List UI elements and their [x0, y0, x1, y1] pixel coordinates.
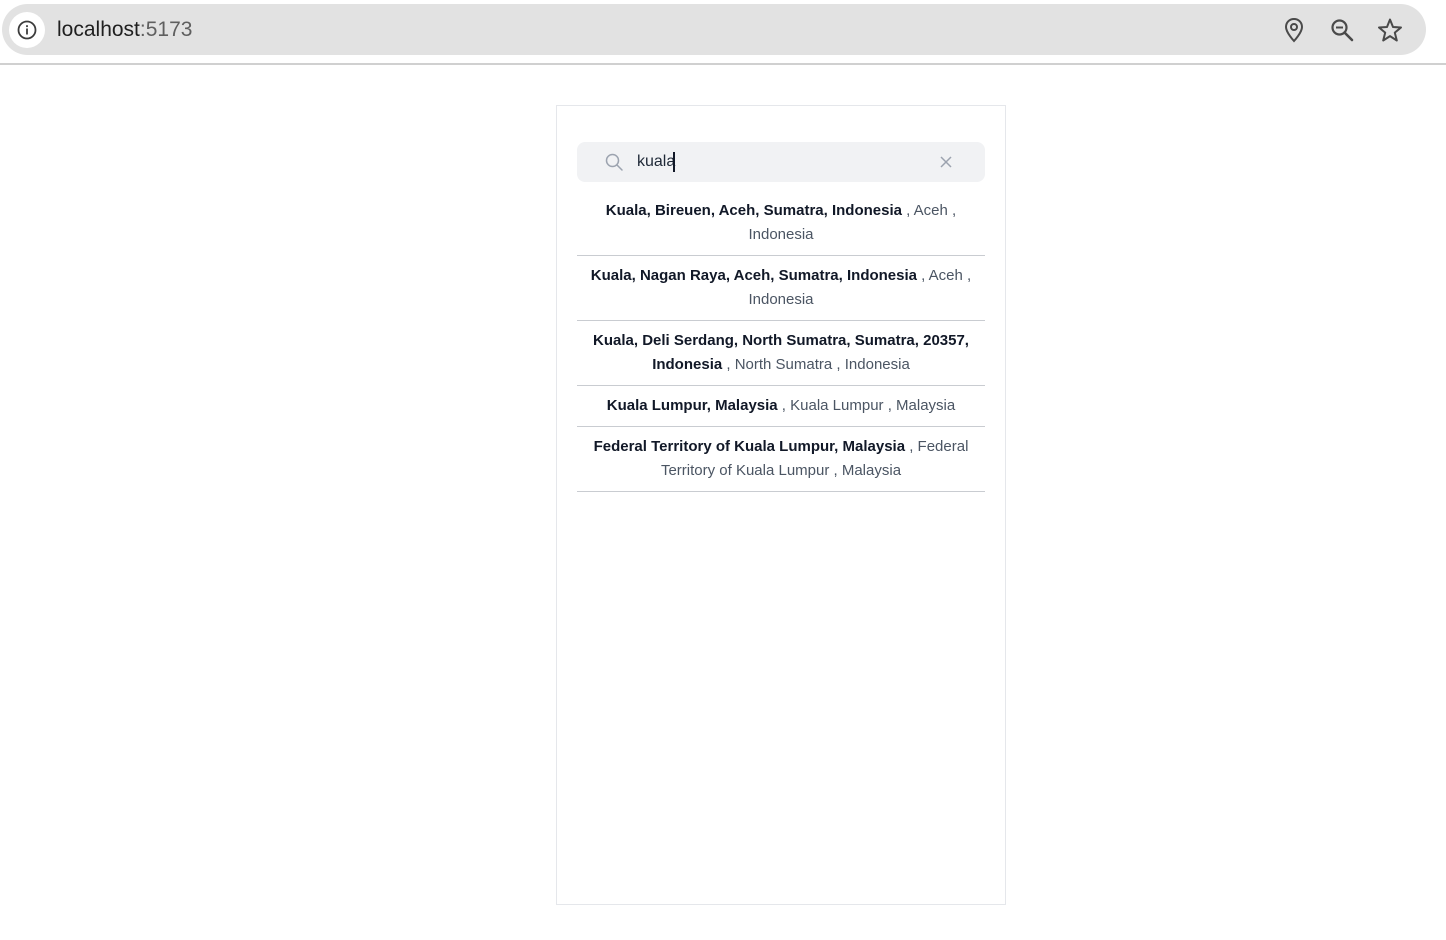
search-result-item[interactable]: Federal Territory of Kuala Lumpur, Malay…: [577, 427, 985, 492]
search-icon: [605, 153, 623, 171]
info-icon: [17, 20, 37, 40]
search-box[interactable]: [577, 142, 985, 182]
zoom-icon[interactable]: [1328, 16, 1356, 44]
text-caret: [673, 152, 675, 172]
result-detail: , Kuala Lumpur , Malaysia: [777, 397, 956, 414]
result-name: Kuala, Bireuen, Aceh, Sumatra, Indonesia: [605, 202, 902, 219]
search-result-item[interactable]: Kuala, Bireuen, Aceh, Sumatra, Indonesia…: [577, 191, 985, 256]
clear-search-icon[interactable]: [938, 154, 954, 170]
address-bar[interactable]: localhost:5173: [2, 4, 1426, 55]
search-result-item[interactable]: Kuala, Nagan Raya, Aceh, Sumatra, Indone…: [577, 256, 985, 321]
search-results-list: Kuala, Bireuen, Aceh, Sumatra, Indonesia…: [577, 191, 985, 492]
site-info-button[interactable]: [9, 12, 45, 48]
result-name: Federal Territory of Kuala Lumpur, Malay…: [593, 438, 906, 455]
result-detail: , North Sumatra , Indonesia: [722, 356, 910, 373]
result-name: Kuala, Nagan Raya, Aceh, Sumatra, Indone…: [590, 267, 917, 284]
result-name: Kuala Lumpur, Malaysia: [606, 397, 778, 414]
search-input[interactable]: [637, 150, 927, 174]
url-text[interactable]: localhost:5173: [57, 17, 192, 43]
browser-toolbar: localhost:5173: [0, 0, 1446, 65]
search-result-item[interactable]: Kuala, Deli Serdang, North Sumatra, Suma…: [577, 321, 985, 386]
url-host: localhost: [57, 18, 140, 41]
bookmark-star-icon[interactable]: [1376, 16, 1404, 44]
url-port: :5173: [139, 18, 193, 41]
search-result-item[interactable]: Kuala Lumpur, Malaysia , Kuala Lumpur , …: [577, 386, 985, 427]
location-pin-icon[interactable]: [1280, 16, 1308, 44]
location-search-panel: Kuala, Bireuen, Aceh, Sumatra, Indonesia…: [556, 105, 1006, 905]
